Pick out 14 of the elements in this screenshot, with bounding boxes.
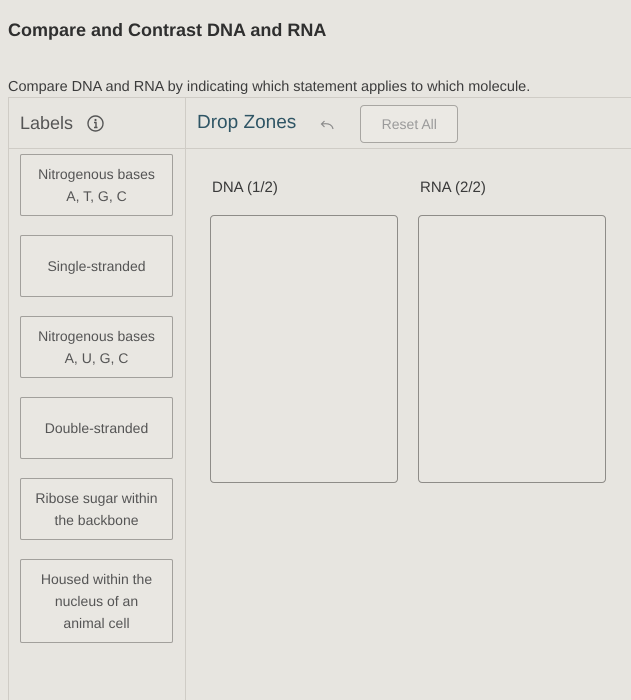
- page-title: Compare and Contrast DNA and RNA: [8, 19, 326, 42]
- label-card[interactable]: Nitrogenous bases A, U, G, C: [20, 316, 173, 378]
- zone-heading: RNA (2/2): [420, 178, 486, 198]
- drop-zones-heading: Drop Zones: [197, 112, 296, 134]
- info-icon[interactable]: [87, 114, 104, 132]
- label-card[interactable]: Nitrogenous bases A, T, G, C: [20, 154, 173, 216]
- labels-heading: Labels: [20, 112, 74, 134]
- label-card[interactable]: Ribose sugar within the backbone: [20, 478, 173, 540]
- undo-icon[interactable]: [320, 120, 334, 130]
- label-card[interactable]: Single-stranded: [20, 235, 173, 297]
- label-card[interactable]: Housed within the nucleus of an animal cell: [20, 559, 173, 643]
- instructions: Compare DNA and RNA by indicating which statement applies to which molecule.: [8, 78, 530, 97]
- label-card[interactable]: Double-stranded: [20, 397, 173, 459]
- zone-heading: DNA (1/2): [212, 178, 278, 198]
